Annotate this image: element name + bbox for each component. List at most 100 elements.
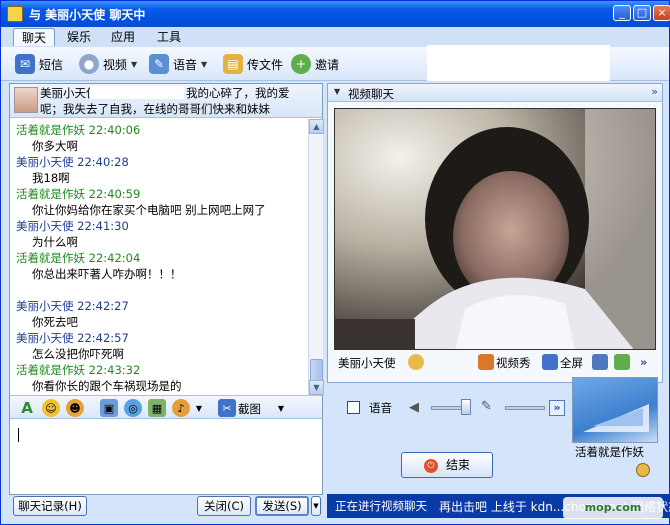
screenshot-label[interactable]: 截图: [238, 401, 261, 417]
video-dropdown-icon[interactable]: ▼: [131, 60, 137, 69]
speaker-icon[interactable]: ◀: [409, 400, 419, 415]
voice-checkbox[interactable]: [347, 401, 360, 414]
font-icon[interactable]: A: [18, 399, 36, 417]
message-sender: 美丽小天使: [16, 155, 74, 169]
menu-tabs: 聊天 娱乐 应用 工具: [1, 27, 669, 47]
emoticon-icon[interactable]: ☺: [42, 399, 60, 417]
close-window-button[interactable]: ×: [653, 5, 670, 21]
title-bar[interactable]: 与 美丽小天使 聊天中 _ □ ×: [1, 1, 670, 27]
remote-user-name: 美丽小天使: [338, 356, 396, 370]
message-item: 活着就是作妖 22:43:32 你看你长的跟个车祸现场是的: [16, 362, 308, 394]
remote-video[interactable]: [334, 108, 656, 350]
end-video-label: 结束: [445, 458, 470, 472]
status-text: 正在进行视频聊天: [335, 499, 427, 513]
snapshot-icon[interactable]: [592, 354, 608, 370]
microphone-icon: ✎: [149, 54, 169, 74]
more-options-icon[interactable]: »: [640, 355, 647, 369]
screenshot-icon[interactable]: ✂: [218, 399, 236, 417]
contact-name: 美丽小天使: [40, 86, 98, 100]
watermark-logo: mop.com: [563, 497, 663, 519]
chat-window: 与 美丽小天使 聊天中 _ □ × 聊天 娱乐 应用 工具 ✉ 短信 ● 视频 …: [0, 0, 670, 525]
collapse-icon[interactable]: ▼: [334, 87, 340, 96]
window-title: 与 美丽小天使 聊天中: [29, 8, 146, 22]
contact-signature-line1: 我的心碎了，我的爱: [186, 86, 290, 100]
video-label: 视频: [103, 57, 128, 72]
message-time: 22:42:04: [88, 251, 141, 265]
chat-scrollbar[interactable]: ▲ ▼: [308, 119, 324, 395]
message-item: 活着就是作妖 22:40:59 你让你妈给你在家买个电脑吧 别上网吧上网了: [16, 186, 308, 218]
add-user-icon: +: [291, 54, 311, 74]
speaker-volume-knob[interactable]: [461, 399, 471, 415]
tab-chat[interactable]: 聊天: [13, 28, 56, 46]
video-show-button[interactable]: 视频秀: [496, 355, 531, 371]
mic-volume-slider[interactable]: [505, 406, 545, 410]
maximize-button[interactable]: □: [633, 5, 651, 21]
picture-icon[interactable]: ▣: [100, 399, 118, 417]
send-file-label: 传文件: [247, 57, 284, 72]
message-input[interactable]: [10, 420, 322, 494]
message-text: 你让你妈给你在家买个电脑吧 别上网吧上网了: [32, 203, 266, 217]
camera-icon[interactable]: [636, 463, 650, 477]
swap-video-icon[interactable]: [614, 354, 630, 370]
video-panel-title: 视频聊天: [348, 87, 394, 101]
fullscreen-button[interactable]: 全屏: [560, 355, 583, 371]
send-file-button[interactable]: ▤ 传文件: [223, 53, 283, 75]
expand-audio-icon[interactable]: »: [549, 400, 565, 416]
message-time: 22:42:57: [77, 331, 129, 345]
voice-dropdown-icon[interactable]: ▼: [201, 60, 207, 69]
message-time: 22:42:27: [77, 299, 129, 313]
sms-button[interactable]: ✉ 短信: [15, 53, 63, 75]
invite-button[interactable]: + 邀请: [291, 53, 339, 75]
avatar[interactable]: [14, 87, 38, 113]
message-time: 22:40:06: [88, 123, 141, 137]
microphone-icon[interactable]: ✎: [481, 399, 492, 414]
tab-tools[interactable]: 工具: [149, 28, 189, 46]
music-icon[interactable]: ♪: [172, 399, 190, 417]
edit-toolbar: A ☺ ☻ ▣ ◎ ▦ ♪ ▼ ✂ 截图 ▼: [10, 395, 322, 419]
magic-face-icon[interactable]: ☻: [66, 399, 84, 417]
message-text: 为什么啊: [32, 235, 78, 249]
scrawl-icon[interactable]: ▦: [148, 399, 166, 417]
tab-entertainment[interactable]: 娱乐: [59, 28, 99, 46]
house-icon[interactable]: [478, 354, 494, 370]
bottom-bar: 聊天记录(H) 关闭(C) 发送(S) ▼: [9, 495, 323, 517]
message-item: 美丽小天使 22:42:57 怎么没把你吓死啊: [16, 330, 308, 362]
message-text: 我18啊: [32, 171, 70, 185]
close-chat-button[interactable]: 关闭(C): [197, 496, 251, 516]
camera-icon[interactable]: [408, 354, 424, 370]
voice-button[interactable]: ✎ 语音 ▼: [149, 53, 207, 75]
contact-signature-line2: 呢；我失去了自我，在线的哥哥们快来和妹妹: [40, 102, 270, 116]
message-time: 22:41:30: [77, 219, 129, 233]
message-log[interactable]: 活着就是作妖 22:40:06 你多大啊 美丽小天使 22:40:28 我18啊…: [10, 119, 308, 395]
tab-apps[interactable]: 应用: [103, 28, 143, 46]
scroll-up-button[interactable]: ▲: [309, 119, 324, 134]
sms-label: 短信: [39, 57, 64, 72]
self-video[interactable]: [572, 377, 658, 443]
folder-icon: ▤: [223, 54, 243, 74]
video-button[interactable]: ● 视频 ▼: [79, 53, 137, 75]
screenshot-dropdown-icon[interactable]: ▼: [272, 399, 290, 417]
voice-label: 语音: [369, 401, 392, 415]
contact-header: 美丽小天使 我的心碎了，我的爱 呢；我失去了自我，在线的哥哥们快来和妹妹: [10, 84, 322, 118]
app-icon: [7, 6, 23, 22]
webcam-icon: ●: [79, 54, 99, 74]
more-dropdown-icon[interactable]: ▼: [190, 399, 208, 417]
voice-label: 语音: [173, 57, 198, 72]
contact-id-redacted: [90, 86, 184, 99]
chat-history-button[interactable]: 聊天记录(H): [13, 496, 87, 516]
audio-controls: 语音 ◀ ✎: [327, 395, 567, 421]
fullscreen-icon[interactable]: [542, 354, 558, 370]
shake-icon[interactable]: ◎: [124, 399, 142, 417]
minimize-button[interactable]: _: [613, 5, 631, 21]
message-text: 你死去吧: [32, 315, 78, 329]
expand-panel-icon[interactable]: »: [651, 85, 658, 98]
end-video-button[interactable]: ⏻ 结束: [401, 452, 493, 478]
scroll-down-button[interactable]: ▼: [309, 380, 324, 395]
send-options-icon[interactable]: ▼: [311, 496, 321, 516]
send-button[interactable]: 发送(S): [255, 496, 309, 516]
message-sender: 美丽小天使: [16, 219, 74, 233]
message-time: 22:40:59: [88, 187, 141, 201]
self-video-image: [583, 404, 649, 432]
video-controls: 美丽小天使 视频秀 全屏 »: [328, 352, 662, 374]
text-caret: [18, 428, 19, 442]
